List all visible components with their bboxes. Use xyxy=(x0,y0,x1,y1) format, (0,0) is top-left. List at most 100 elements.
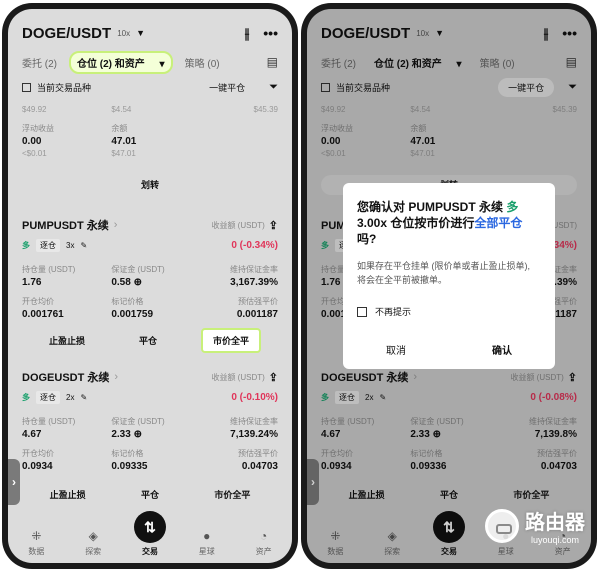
cancel-button[interactable]: 取消 xyxy=(343,335,449,369)
watermark-cn: 路由器 xyxy=(525,512,585,534)
tp-sl-button[interactable]: 止盈止损 xyxy=(40,484,96,505)
share-icon[interactable]: ⇪ xyxy=(269,219,278,232)
entry-value: 0.001761 xyxy=(22,309,64,320)
nav-explore[interactable]: ◈ 探索 xyxy=(73,529,113,557)
floating-pnl-label: 浮动收益 xyxy=(22,124,54,133)
mark-label: 标记价格 xyxy=(111,449,144,458)
grid-icon: ⁜ xyxy=(31,529,42,543)
entry-label: 开仓均价 xyxy=(22,297,54,306)
router-logo-icon xyxy=(485,508,519,543)
market-close-all-button[interactable]: 市价全平 xyxy=(204,484,260,505)
entry-label: 开仓均价 xyxy=(22,449,54,458)
pnl-label: 收益额 (USDT) xyxy=(211,372,265,382)
add-margin-icon[interactable]: ⊕ xyxy=(134,277,142,288)
mmr-value: 7,139.24% xyxy=(230,429,278,440)
prev-c: $45.39 xyxy=(253,105,278,114)
nav-data[interactable]: ⁜ 数据 xyxy=(16,529,56,557)
dialog-actions: 取消 确认 xyxy=(343,335,555,369)
pnl-value: 0 (-0.34%) xyxy=(231,240,278,251)
margin-value: 2.33 xyxy=(111,429,131,440)
dialog-title-long: 多 xyxy=(506,200,519,214)
dialog-title-b: 3.00x 仓位按市价进行 xyxy=(357,216,475,230)
mark-label: 标记价格 xyxy=(111,297,144,306)
close-all-button[interactable]: 一键平仓 xyxy=(199,78,255,97)
liq-label: 预估强平价 xyxy=(237,297,278,306)
document-icon[interactable]: ▤ xyxy=(267,55,278,69)
current-only-checkbox[interactable] xyxy=(22,82,31,92)
tab-strategy[interactable]: 策略 (0) xyxy=(185,55,220,70)
liq-label: 预估强平价 xyxy=(237,449,278,458)
direction-tag: 多 xyxy=(22,241,30,250)
filter-icon[interactable]: ⏷ xyxy=(269,81,278,94)
prev-b: $4.54 xyxy=(111,105,132,114)
nav-explore-label: 探索 xyxy=(85,547,102,556)
margin-mode-tag: 逐仓 xyxy=(36,239,60,252)
leverage-tag[interactable]: 3x xyxy=(66,241,74,250)
nav-assets[interactable]: ◔ 资产 xyxy=(244,529,284,557)
share-icon[interactable]: ⇪ xyxy=(269,371,278,384)
position-symbol[interactable]: PUMPUSDT 永续 xyxy=(22,217,109,233)
chevron-down-icon[interactable]: ▼ xyxy=(136,28,145,38)
mark-value: 0.001759 xyxy=(111,309,154,320)
close-button[interactable]: 平仓 xyxy=(129,330,167,351)
size-value: 1.76 xyxy=(22,277,42,288)
confirm-button[interactable]: 确认 xyxy=(449,335,555,369)
more-icon[interactable]: ••• xyxy=(263,25,278,42)
pnl-value: 0 (-0.10%) xyxy=(231,392,278,403)
tp-sl-button[interactable]: 止盈止损 xyxy=(39,330,95,351)
edit-icon[interactable]: ✎ xyxy=(80,241,87,250)
transfer-button[interactable]: 划转 xyxy=(22,175,278,195)
tab-positions[interactable]: 仓位 (2) 和资产 ▾ xyxy=(69,50,173,74)
position-card: PUMPUSDT 永续 › 收益额 (USDT) ⇪ 多逐仓 3x ✎ 0 (-0.34%)… xyxy=(22,217,278,320)
screen-right: DOGE/USDT 10x ▼ ⫲ ••• 委托 (2) 仓位 (2) 和资产 ▾… xyxy=(307,9,591,563)
dialog-title: 您确认对 PUMPUSDT 永续 多 3.00x 仓位按市价进行全部平仓吗? xyxy=(357,199,541,247)
margin-value: 0.58 xyxy=(111,277,131,288)
nav-planet[interactable]: ● 星球 xyxy=(187,529,227,557)
bottom-nav: ⁜ 数据 ◈ 探索 ⇅ 交易 ● 星球 ◔ 资产 xyxy=(8,511,292,563)
dialog-title-all: 全部平仓 xyxy=(474,216,523,230)
tab-bar: 委托 (2) 仓位 (2) 和资产 ▾ 策略 (0) ▤ xyxy=(22,50,278,74)
nav-data-label: 数据 xyxy=(28,547,45,556)
pie-icon: ◔ xyxy=(259,529,268,543)
position-actions: 止盈止损 平仓 市价全平 xyxy=(22,483,278,505)
add-margin-icon[interactable]: ⊕ xyxy=(134,429,142,440)
no-remind-checkbox[interactable] xyxy=(357,306,367,317)
phone-left: DOGE/USDT 10x ▼ ⫲ ••• 委托 (2) 仓位 (2) 和资产 ▾… xyxy=(2,3,298,569)
chevron-right-icon: › xyxy=(113,219,118,231)
no-remind-row[interactable]: 不再提示 xyxy=(357,305,541,318)
tab-positions-label: 仓位 (2) 和资产 xyxy=(77,58,145,70)
pair-title[interactable]: DOGE/USDT xyxy=(22,25,111,42)
nav-trade[interactable]: ⇅ 交易 xyxy=(130,511,170,557)
confirm-dialog: 您确认对 PUMPUSDT 永续 多 3.00x 仓位按市价进行全部平仓吗? 如… xyxy=(343,183,555,369)
liq-value: 0.04703 xyxy=(241,461,278,472)
market-close-all-button[interactable]: 市价全平 xyxy=(200,327,261,353)
balance-usd: $47.01 xyxy=(111,149,136,158)
mmr-label: 维持保证金率 xyxy=(229,265,278,274)
nav-planet-label: 星球 xyxy=(198,547,215,556)
liq-value: 0.001187 xyxy=(236,309,278,320)
position-symbol[interactable]: DOGEUSDT 永续 xyxy=(22,369,109,385)
balance: 47.01 xyxy=(111,136,137,147)
balance-section: 浮动收益 0.00 <$0.01 余额 47.01 $47.01 xyxy=(22,123,278,158)
tab-orders[interactable]: 委托 (2) xyxy=(22,55,57,70)
margin-label: 保证金 (USDT) xyxy=(111,265,165,274)
watermark: 路由器 luyouqi.com xyxy=(485,506,585,545)
edit-icon[interactable]: ✎ xyxy=(80,393,87,402)
no-remind-label: 不再提示 xyxy=(375,307,412,317)
balance-label: 余额 xyxy=(111,124,128,133)
leverage-tag[interactable]: 2x xyxy=(66,393,74,402)
size-label: 持仓量 (USDT) xyxy=(22,417,76,426)
dialog-title-c: 吗? xyxy=(357,232,377,246)
chart-settings-icon[interactable]: ⫲ xyxy=(245,25,250,42)
trade-icon: ⇅ xyxy=(133,511,166,543)
size-value: 4.67 xyxy=(22,429,42,440)
close-button[interactable]: 平仓 xyxy=(131,484,169,505)
mark-value: 0.09335 xyxy=(111,461,148,472)
current-only-label: 当前交易品种 xyxy=(37,82,92,93)
pnl-label: 收益额 (USDT) xyxy=(211,220,265,230)
floating-pnl-usd: <$0.01 xyxy=(22,149,47,158)
side-drawer-handle[interactable]: › xyxy=(8,459,20,505)
nav-assets-label: 资产 xyxy=(255,547,272,556)
direction-tag: 多 xyxy=(22,393,30,402)
screen-left: DOGE/USDT 10x ▼ ⫲ ••• 委托 (2) 仓位 (2) 和资产 ▾… xyxy=(8,9,292,563)
